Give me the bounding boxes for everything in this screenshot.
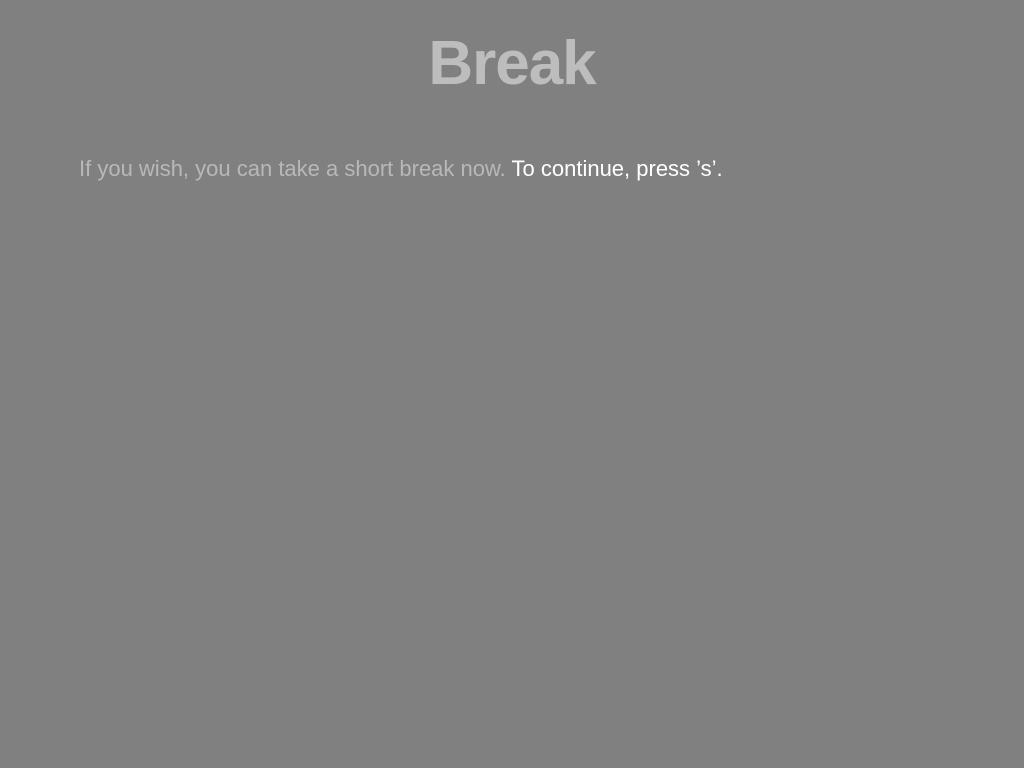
page-title: Break bbox=[428, 29, 596, 98]
break-optional-text: If you wish, you can take a short break … bbox=[79, 156, 506, 181]
break-instructions: If you wish, you can take a short break … bbox=[79, 155, 979, 183]
break-screen: Break If you wish, you can take a short … bbox=[0, 0, 1024, 768]
continue-prompt: To continue, press ’s’. bbox=[511, 156, 723, 181]
